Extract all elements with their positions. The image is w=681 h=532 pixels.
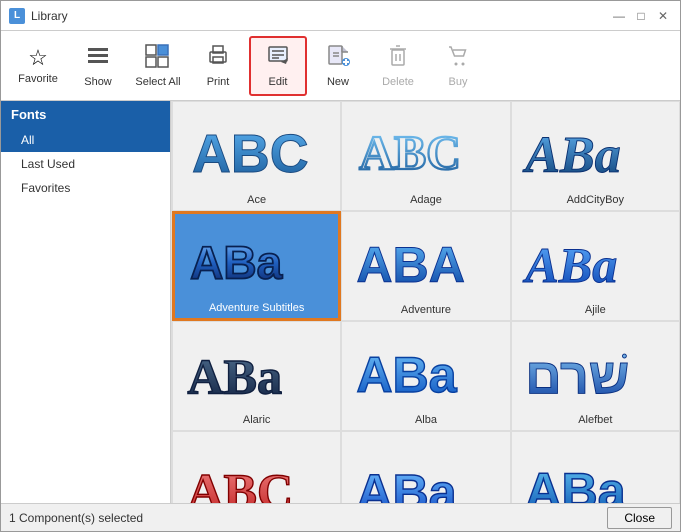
svg-text:שׁרם: שׁרם xyxy=(526,348,630,402)
font-cell-row4-2[interactable]: ABa xyxy=(341,431,510,503)
toolbar: ☆ Favorite Show Select All xyxy=(1,31,680,101)
sidebar-item-favorites[interactable]: Favorites xyxy=(1,176,170,200)
select-all-label: Select All xyxy=(135,76,180,88)
font-name-alba: Alba xyxy=(415,414,437,426)
svg-text:ABa: ABa xyxy=(356,346,457,402)
font-preview-alefbet: שׁרם xyxy=(516,330,675,410)
favorite-label: Favorite xyxy=(18,73,58,85)
edit-label: Edit xyxy=(269,76,288,88)
font-preview-alaric: ABa xyxy=(177,330,336,410)
show-button[interactable]: Show xyxy=(69,36,127,96)
font-cell-ace[interactable]: ABC Ace xyxy=(172,101,341,211)
font-name-ajile: Ajile xyxy=(585,304,606,316)
new-button[interactable]: New xyxy=(309,36,367,96)
font-name-alefbet: Alefbet xyxy=(578,414,612,426)
svg-text:ABa: ABa xyxy=(523,236,618,292)
main-area: Fonts All Last Used Favorites xyxy=(1,101,680,503)
svg-text:ABa: ABa xyxy=(356,464,457,503)
font-name-adventure-subtitles: Adventure Subtitles xyxy=(209,302,304,314)
minimize-button[interactable]: — xyxy=(610,7,628,25)
font-name-ace: Ace xyxy=(247,194,266,206)
close-button[interactable]: Close xyxy=(607,507,672,529)
font-preview-adage: ABC xyxy=(346,110,505,190)
svg-text:ABC: ABC xyxy=(192,123,309,182)
font-cell-row4-1[interactable]: ABC xyxy=(172,431,341,503)
font-cell-adventure[interactable]: ABA Adventure xyxy=(341,211,510,321)
svg-text:ABa: ABa xyxy=(526,462,627,503)
svg-text:ABA: ABA xyxy=(356,236,465,292)
select-all-button[interactable]: Select All xyxy=(129,36,187,96)
svg-text:ABa: ABa xyxy=(187,348,282,402)
show-label: Show xyxy=(84,76,112,88)
window-title: Library xyxy=(31,9,68,23)
font-preview-addcityboy: ABa xyxy=(516,110,675,190)
window-icon: L xyxy=(9,8,25,24)
font-cell-addcityboy[interactable]: ABa AddCityBoy xyxy=(511,101,680,211)
print-icon xyxy=(206,44,230,72)
font-cell-ajile[interactable]: ABa Ajile xyxy=(511,211,680,321)
delete-label: Delete xyxy=(382,76,414,88)
font-preview-adventure: ABA xyxy=(346,220,505,300)
svg-text:ABa: ABa xyxy=(190,237,283,289)
favorite-icon: ☆ xyxy=(28,47,48,69)
font-name-alaric: Alaric xyxy=(243,414,271,426)
sidebar-item-last-used[interactable]: Last Used xyxy=(1,152,170,176)
title-bar: L Library — □ ✕ xyxy=(1,1,680,31)
show-icon xyxy=(86,44,110,72)
edit-button[interactable]: Edit xyxy=(249,36,307,96)
buy-icon xyxy=(446,44,470,72)
font-cell-alefbet[interactable]: שׁרם Alefbet xyxy=(511,321,680,431)
close-window-button[interactable]: ✕ xyxy=(654,7,672,25)
delete-icon xyxy=(386,44,410,72)
font-preview-ajile: ABa xyxy=(516,220,675,300)
new-label: New xyxy=(327,76,349,88)
print-label: Print xyxy=(207,76,230,88)
title-bar-left: L Library xyxy=(9,8,68,24)
font-preview-ace: ABC xyxy=(177,110,336,190)
font-cell-row4-3[interactable]: ABa xyxy=(511,431,680,503)
sidebar-item-all[interactable]: All xyxy=(1,128,170,152)
favorite-button[interactable]: ☆ Favorite xyxy=(9,36,67,96)
font-cell-adventure-subtitles[interactable]: ABa Adventure Subtitles xyxy=(172,211,341,321)
svg-text:ABC: ABC xyxy=(187,462,293,503)
font-name-adventure: Adventure xyxy=(401,304,451,316)
font-cell-adage[interactable]: ABC Adage xyxy=(341,101,510,211)
buy-label: Buy xyxy=(449,76,468,88)
maximize-button[interactable]: □ xyxy=(632,7,650,25)
font-preview-adventure-subtitles: ABa xyxy=(179,222,334,298)
edit-icon xyxy=(266,44,290,72)
sidebar-header: Fonts xyxy=(1,101,170,128)
font-cell-alba[interactable]: ABa Alba xyxy=(341,321,510,431)
font-preview-alba: ABa xyxy=(346,330,505,410)
main-window: L Library — □ ✕ ☆ Favorite Show xyxy=(0,0,681,532)
buy-button[interactable]: Buy xyxy=(429,36,487,96)
sidebar: Fonts All Last Used Favorites xyxy=(1,101,171,503)
new-icon xyxy=(326,44,350,72)
font-name-addcityboy: AddCityBoy xyxy=(567,194,624,206)
font-cell-alaric[interactable]: ABa Alaric xyxy=(172,321,341,431)
font-name-adage: Adage xyxy=(410,194,442,206)
title-controls: — □ ✕ xyxy=(610,7,672,25)
status-text: 1 Component(s) selected xyxy=(9,511,143,525)
status-bar: 1 Component(s) selected Close xyxy=(1,503,680,531)
svg-text:ABC: ABC xyxy=(359,127,461,180)
delete-button[interactable]: Delete xyxy=(369,36,427,96)
select-all-icon xyxy=(145,44,171,72)
font-grid: ABC Ace ABC xyxy=(171,101,680,503)
svg-text:ABa: ABa xyxy=(523,126,621,182)
print-button[interactable]: Print xyxy=(189,36,247,96)
font-preview-row4-1: ABC xyxy=(177,440,336,503)
font-preview-row4-2: ABa xyxy=(346,440,505,503)
font-preview-row4-3: ABa xyxy=(516,440,675,503)
